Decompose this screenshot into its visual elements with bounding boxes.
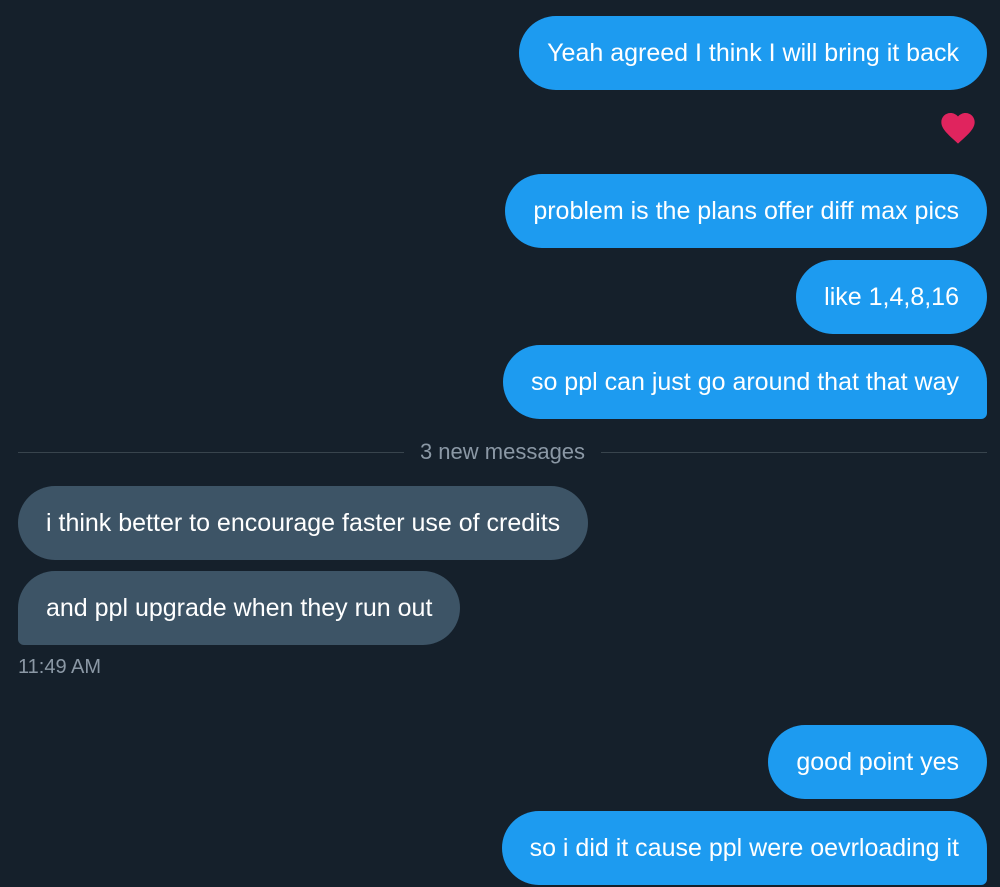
new-messages-divider: 3 new messages: [18, 433, 987, 471]
message-outgoing[interactable]: problem is the plans offer diff max pics: [505, 174, 987, 248]
message-outgoing[interactable]: Yeah agreed I think I will bring it back: [519, 16, 987, 90]
message-incoming[interactable]: i think better to encourage faster use o…: [18, 486, 589, 560]
divider-line: [601, 451, 987, 453]
divider-line: [18, 451, 404, 453]
message-outgoing[interactable]: good point yes: [768, 725, 987, 799]
message-timestamp: 11:49 AM: [18, 656, 102, 678]
message-incoming[interactable]: and ppl upgrade when they run out: [18, 571, 461, 645]
message-outgoing[interactable]: so i did it cause ppl were oevrloading i…: [501, 811, 987, 885]
new-messages-label: 3 new messages: [419, 439, 586, 464]
heart-icon[interactable]: [937, 108, 979, 148]
message-outgoing[interactable]: so ppl can just go around that that way: [502, 345, 987, 419]
message-outgoing[interactable]: like 1,4,8,16: [796, 260, 987, 334]
dm-conversation-thread: Yeah agreed I think I will bring it back…: [0, 0, 1000, 887]
